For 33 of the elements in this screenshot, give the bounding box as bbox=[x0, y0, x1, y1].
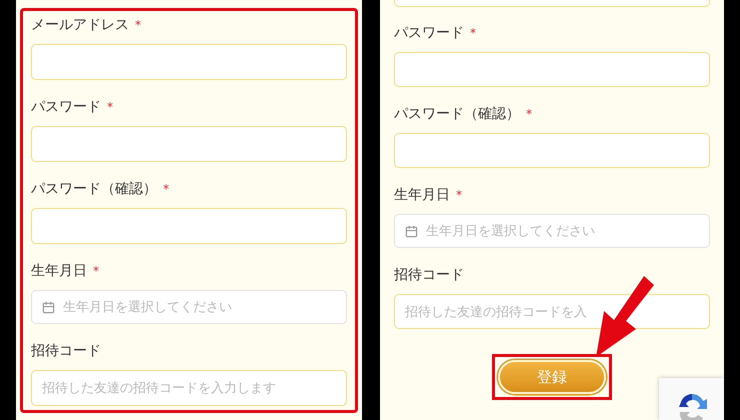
required-mark: * bbox=[456, 187, 462, 204]
input-placeholder: 招待した友達の招待コードを入 bbox=[405, 304, 587, 320]
date-placeholder: 生年月日を選択してください bbox=[426, 223, 595, 240]
input-field[interactable]: 招待した友達の招待コードを入 bbox=[394, 294, 710, 329]
input-field[interactable] bbox=[31, 208, 347, 244]
input-field[interactable] bbox=[31, 44, 347, 80]
field-label: パスワード（確認） bbox=[31, 180, 157, 198]
date-field[interactable]: 生年月日を選択してください bbox=[394, 214, 710, 248]
calendar-icon bbox=[42, 300, 55, 314]
input-field[interactable]: 招待した友達の招待コードを入力します bbox=[31, 370, 347, 406]
required-mark: * bbox=[107, 99, 113, 116]
field-label: メールアドレス bbox=[31, 16, 129, 34]
date-field[interactable]: 生年月日を選択してください bbox=[31, 290, 347, 324]
required-mark: * bbox=[93, 263, 99, 280]
input-field[interactable] bbox=[394, 52, 710, 87]
field-label: 生年月日 bbox=[31, 262, 87, 280]
register-button[interactable]: 登録 bbox=[498, 360, 606, 394]
required-mark: * bbox=[470, 25, 476, 42]
input-placeholder: 招待した友達の招待コードを入力します bbox=[42, 380, 276, 397]
field-label: 招待コード bbox=[394, 266, 464, 284]
field-label: パスワード bbox=[31, 98, 101, 116]
field-label: パスワード bbox=[394, 24, 464, 42]
recaptcha-badge[interactable] bbox=[659, 378, 724, 420]
required-mark: * bbox=[526, 106, 532, 123]
date-placeholder: 生年月日を選択してください bbox=[63, 299, 232, 316]
input-field[interactable] bbox=[394, 133, 710, 168]
field-label: 招待コード bbox=[31, 342, 101, 360]
field-label: 生年月日 bbox=[394, 186, 450, 204]
input-field[interactable] bbox=[31, 126, 347, 162]
required-mark: * bbox=[163, 181, 169, 198]
required-mark: * bbox=[135, 17, 141, 34]
field-label: パスワード（確認） bbox=[394, 105, 520, 123]
calendar-icon bbox=[405, 224, 418, 238]
